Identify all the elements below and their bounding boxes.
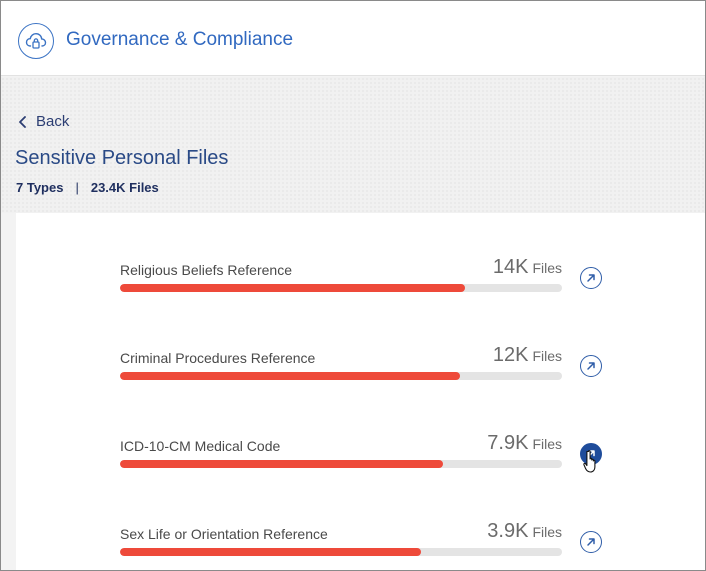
app-header: Governance & Compliance: [1, 1, 705, 76]
open-details-button[interactable]: [580, 531, 602, 553]
type-label: ICD-10-CM Medical Code: [120, 438, 281, 454]
progress-bar-fill: [120, 548, 421, 556]
progress-bar: [120, 372, 562, 380]
progress-bar: [120, 460, 562, 468]
app-title: Governance & Compliance: [66, 29, 294, 50]
summary-stats: 7 Types | 23.4K Files: [16, 180, 159, 195]
chevron-left-icon: [16, 114, 30, 130]
arrow-up-right-icon: [587, 362, 595, 370]
stats-separator: |: [75, 180, 79, 195]
file-count-unit: Files: [532, 524, 562, 540]
hand-pointer-icon: [583, 450, 596, 473]
files-count: 23.4K Files: [90, 180, 159, 195]
open-details-button[interactable]: [580, 355, 602, 377]
file-count: 7.9K Files: [487, 432, 562, 455]
file-count-value: 12K: [492, 344, 529, 366]
progress-bar: [120, 284, 562, 292]
types-panel: Religious Beliefs Reference 14K Files Cr…: [16, 213, 705, 570]
file-count-value: 3.9K: [487, 520, 529, 542]
progress-bar-fill: [120, 284, 465, 292]
file-count-unit: Files: [532, 348, 562, 364]
back-label: Back: [36, 113, 70, 130]
file-count-unit: Files: [532, 436, 562, 452]
arrow-up-right-icon: [587, 274, 595, 282]
list-item-religious-beliefs: Religious Beliefs Reference 14K Files: [16, 256, 705, 322]
list-item-icd-10-cm: ICD-10-CM Medical Code 7.9K Files: [16, 432, 705, 498]
open-details-button[interactable]: [580, 267, 602, 289]
type-label: Sex Life or Orientation Reference: [120, 526, 328, 542]
list-item-sex-life: Sex Life or Orientation Reference 3.9K F…: [16, 520, 705, 570]
app-frame: Governance & Compliance Back Sensitive P…: [0, 0, 706, 571]
cloud-lock-icon: [18, 23, 54, 59]
progress-bar: [120, 548, 562, 556]
file-count-value: 7.9K: [487, 432, 529, 454]
file-count: 14K Files: [493, 256, 562, 279]
back-link[interactable]: Back: [16, 113, 69, 130]
page-title: Sensitive Personal Files: [15, 147, 229, 169]
list-item-criminal-procedures: Criminal Procedures Reference 12K Files: [16, 344, 705, 410]
arrow-up-right-icon: [587, 538, 595, 546]
file-count: 3.9K Files: [487, 520, 562, 543]
type-label: Criminal Procedures Reference: [120, 350, 316, 366]
file-count-value: 14K: [492, 256, 529, 278]
file-count-unit: Files: [532, 260, 562, 276]
progress-bar-fill: [120, 460, 443, 468]
type-label: Religious Beliefs Reference: [120, 262, 292, 278]
file-count: 12K Files: [493, 344, 562, 367]
types-count: 7 Types: [16, 180, 64, 195]
progress-bar-fill: [120, 372, 461, 380]
